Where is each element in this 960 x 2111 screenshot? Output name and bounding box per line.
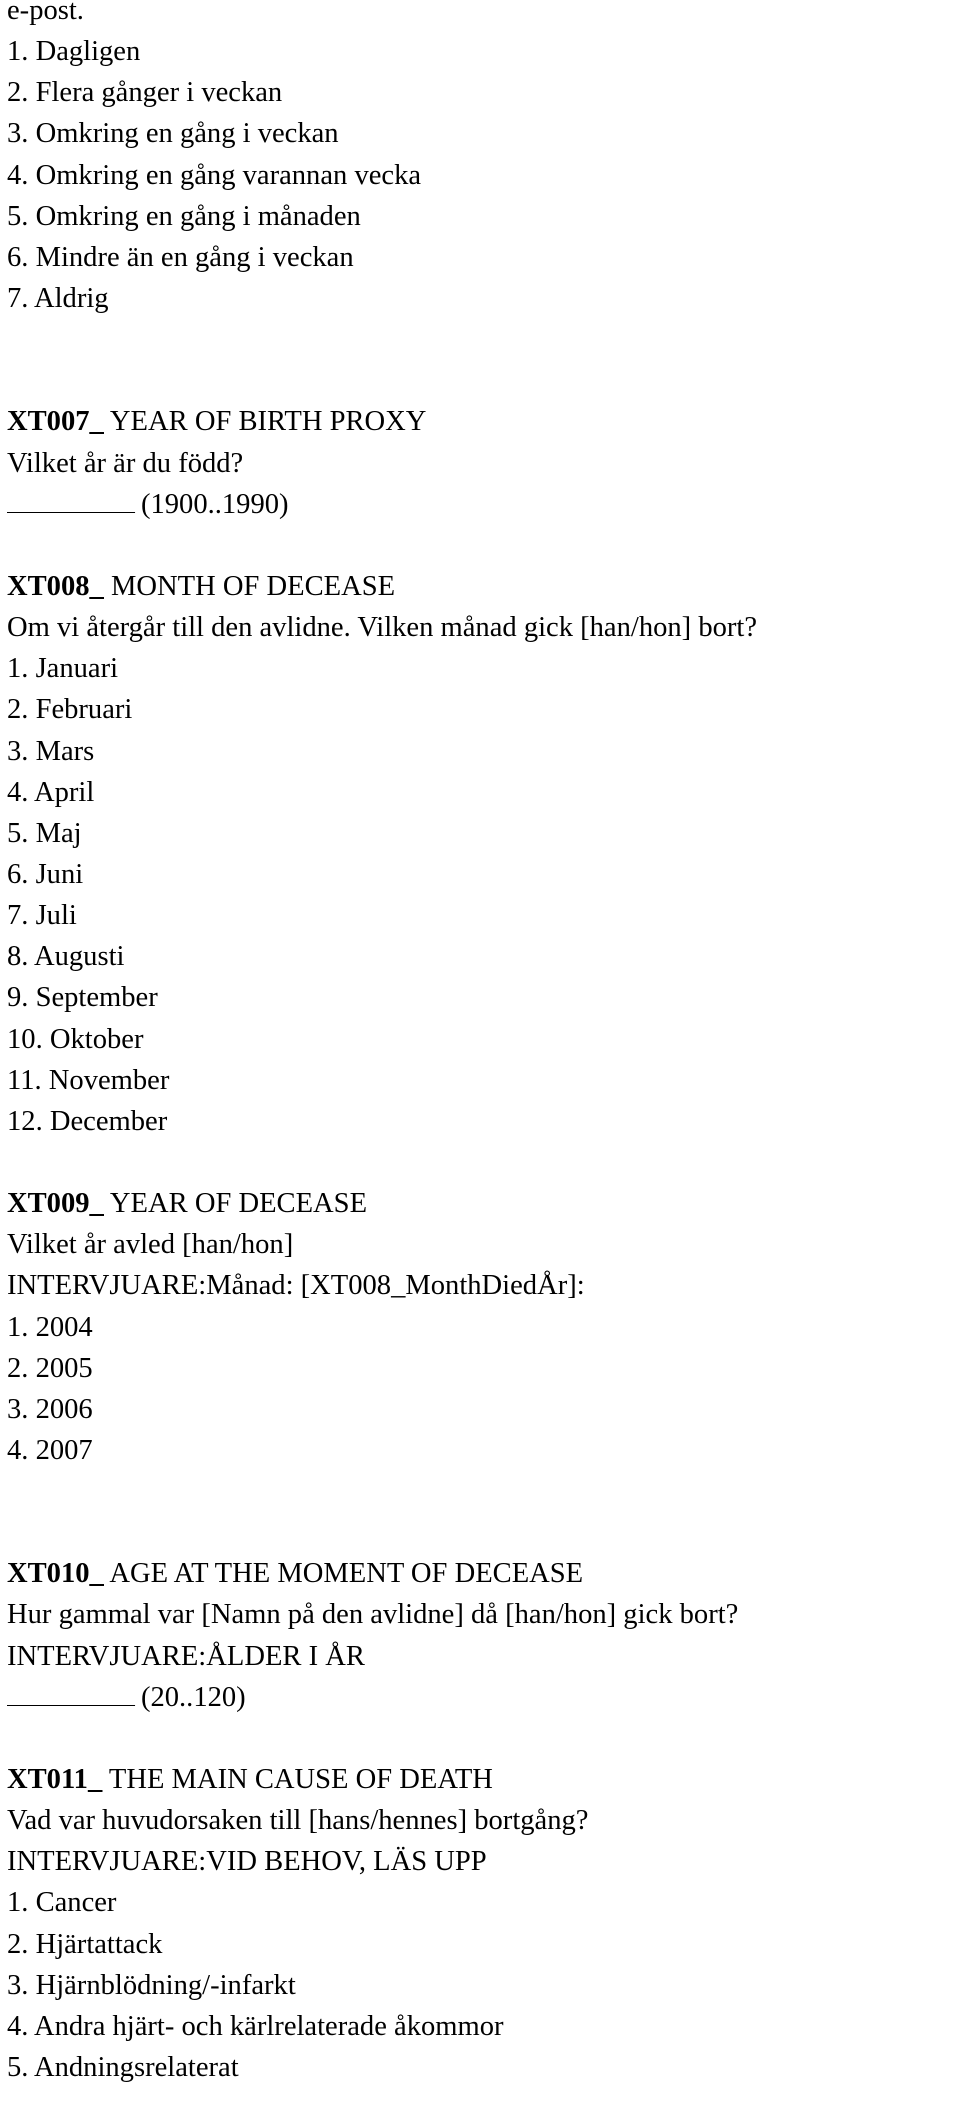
question-text: Vad var huvudorsaken till [hans/hennes] …	[7, 1804, 589, 1837]
option: 9. September	[7, 981, 158, 1014]
question-title: THE MAIN CAUSE OF DEATH	[108, 1763, 493, 1796]
option: 4. April	[7, 775, 95, 808]
option: 2. Februari	[7, 693, 133, 726]
question-code: XT008_	[7, 569, 104, 602]
option: 3. Omkring en gång i veckan	[7, 117, 339, 150]
option: 3. Mars	[7, 734, 95, 767]
question-title: AGE AT THE MOMENT OF DECEASE	[109, 1557, 584, 1590]
option: 3. 2006	[7, 1392, 93, 1425]
option: 7. Juli	[7, 899, 77, 932]
previous-question-tail: e-post.	[7, 0, 84, 26]
option: 2. Flera gånger i veckan	[7, 76, 283, 109]
option: 4. 2007	[7, 1433, 93, 1466]
answer-line: (20..120)	[7, 1677, 943, 1718]
question-text: Hur gammal var [Namn på den avlidne] då …	[7, 1598, 739, 1631]
option: 1. Dagligen	[7, 35, 141, 68]
question-title: MONTH OF DECEASE	[110, 569, 396, 602]
question-text: Om vi återgår till den avlidne. Vilken m…	[7, 611, 758, 644]
questionnaire-document: e-post. 1. Dagligen 2. Flera gånger i ve…	[7, 0, 943, 2088]
option: 5. Omkring en gång i månaden	[7, 199, 361, 232]
question-heading: XT010_ AGE AT THE MOMENT OF DECEASE	[7, 1553, 943, 1594]
previous-question-options: 1. Dagligen 2. Flera gånger i veckan 3. …	[7, 31, 943, 319]
question-text: Vilket år avled [han/hon]	[7, 1228, 294, 1261]
answer-range: (20..120)	[140, 1680, 246, 1713]
question-heading: XT007_ YEAR OF BIRTH PROXY	[7, 401, 943, 442]
interviewer-instruction: INTERVJUARE:VID BEHOV, LÄS UPP	[7, 1845, 487, 1878]
option: 5. Maj	[7, 816, 82, 849]
question-heading: XT011_ THE MAIN CAUSE OF DEATH	[7, 1759, 943, 1800]
option: 6. Juni	[7, 857, 84, 890]
option: 1. 2004	[7, 1310, 93, 1343]
interviewer-instruction: INTERVJUARE:Månad: [XT008_MonthDiedÅr]:	[7, 1269, 585, 1302]
question-xt011: XT011_ THE MAIN CAUSE OF DEATH Vad var h…	[7, 1759, 943, 2088]
option: 7. Aldrig	[7, 281, 109, 314]
option: 11. November	[7, 1063, 170, 1096]
question-title: YEAR OF DECEASE	[109, 1187, 368, 1220]
option: 4. Omkring en gång varannan vecka	[7, 158, 422, 191]
option: 1. Cancer	[7, 1886, 117, 1919]
option: 5. Andningsrelaterat	[7, 2051, 239, 2084]
question-code: XT007_	[7, 405, 104, 438]
option: 4. Andra hjärt- och kärlrelaterade åkomm…	[7, 2009, 504, 2042]
question-heading: XT008_ MONTH OF DECEASE	[7, 566, 943, 607]
question-code: XT009_	[7, 1187, 104, 1220]
question-heading: XT009_ YEAR OF DECEASE	[7, 1183, 943, 1224]
option: 6. Mindre än en gång i veckan	[7, 240, 354, 273]
answer-blank-field	[7, 1678, 136, 1706]
question-xt008: XT008_ MONTH OF DECEASE Om vi återgår ti…	[7, 566, 943, 1142]
option: 12. December	[7, 1104, 168, 1137]
answer-range: (1900..1990)	[140, 487, 289, 520]
option: 2. 2005	[7, 1351, 93, 1384]
option: 3. Hjärnblödning/-infarkt	[7, 1968, 296, 2001]
question-code: XT010_	[7, 1557, 104, 1590]
answer-line: (1900..1990)	[7, 484, 943, 525]
answer-blank-field	[7, 485, 136, 513]
option: 2. Hjärtattack	[7, 1927, 163, 1960]
question-xt010: XT010_ AGE AT THE MOMENT OF DECEASE Hur …	[7, 1553, 943, 1718]
option: 8. Augusti	[7, 940, 125, 973]
option: 1. Januari	[7, 652, 119, 685]
question-xt009: XT009_ YEAR OF DECEASE Vilket år avled […	[7, 1183, 943, 1471]
question-text: Vilket år är du född?	[7, 446, 244, 479]
option: 10. Oktober	[7, 1022, 144, 1055]
question-xt007: XT007_ YEAR OF BIRTH PROXY Vilket år är …	[7, 401, 943, 524]
question-code: XT011_	[7, 1763, 103, 1796]
interviewer-instruction: INTERVJUARE:ÅLDER I ÅR	[7, 1639, 365, 1672]
question-title: YEAR OF BIRTH PROXY	[109, 405, 427, 438]
